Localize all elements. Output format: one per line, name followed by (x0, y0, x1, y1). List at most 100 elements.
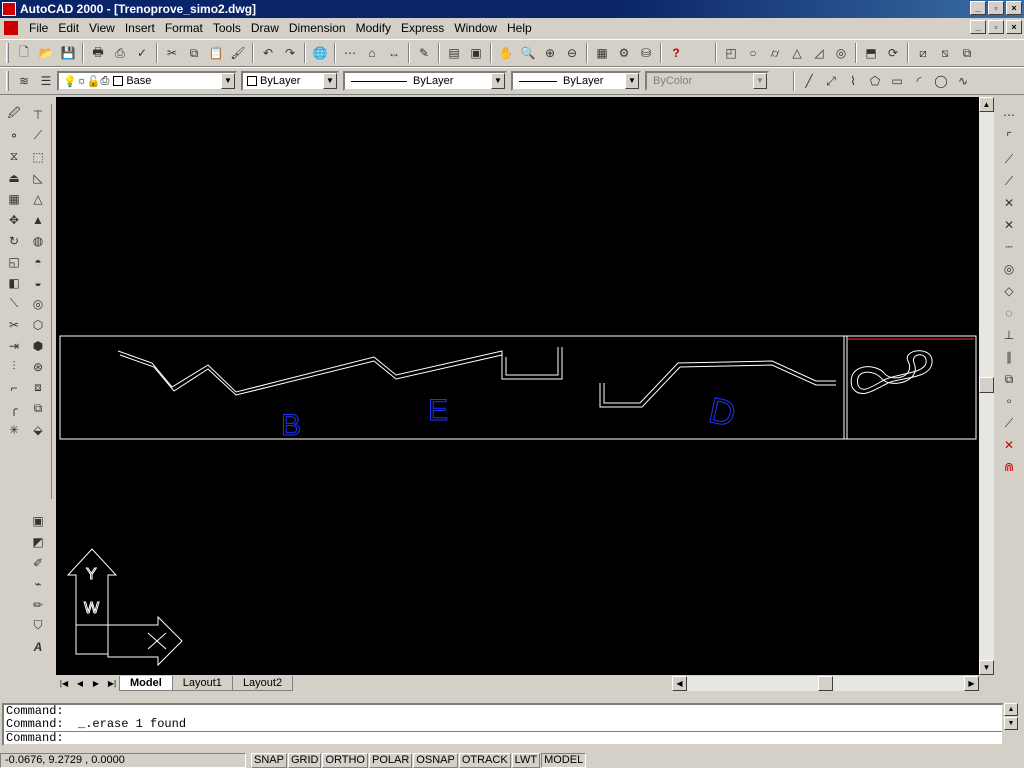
dish-icon[interactable]: ◒ (26, 272, 50, 293)
last-tab-icon[interactable]: ▶| (104, 676, 120, 691)
text-style-icon[interactable]: A (26, 636, 50, 657)
menu-view[interactable]: View (84, 21, 120, 35)
menu-insert[interactable]: Insert (120, 21, 160, 35)
array-icon[interactable]: ▦ (2, 188, 26, 209)
box-icon[interactable]: ◰ (720, 42, 742, 64)
tabulated-surface-icon[interactable]: ⧈ (26, 377, 50, 398)
pan-icon[interactable]: ✋ (495, 42, 517, 64)
copy-object-icon[interactable]: ⚬ (2, 125, 26, 146)
doc-minimize-button[interactable]: _ (970, 20, 986, 34)
tab-layout1[interactable]: Layout1 (171, 675, 233, 691)
osnap-settings-icon[interactable]: ⋒ (998, 456, 1020, 478)
wedge3d-icon[interactable]: ◺ (26, 167, 50, 188)
offset-icon[interactable]: ⏏ (2, 167, 26, 188)
sphere-icon[interactable]: ○ (742, 42, 764, 64)
menu-file[interactable]: File (24, 21, 53, 35)
menu-format[interactable]: Format (160, 21, 208, 35)
model-toggle[interactable]: MODEL (541, 752, 587, 768)
osnap-toggle[interactable]: OSNAP (413, 752, 458, 768)
redo-icon[interactable]: ↷ (279, 42, 301, 64)
zoom-previous-icon[interactable]: ⊖ (561, 42, 583, 64)
hscroll-thumb[interactable] (818, 676, 833, 691)
scroll-left-icon[interactable]: ◀ (672, 676, 687, 691)
toolbar-grip[interactable] (6, 71, 9, 91)
snap-node-icon[interactable]: ∘ (998, 390, 1020, 412)
ucs-icon[interactable]: ⌂ (361, 42, 383, 64)
print-icon[interactable]: 🖶 (87, 42, 109, 64)
doc-close-button[interactable]: × (1006, 20, 1022, 34)
first-tab-icon[interactable]: |◀ (56, 676, 72, 691)
cone-icon[interactable]: △ (786, 42, 808, 64)
horizontal-scrollbar[interactable]: ◀ ▶ (672, 676, 979, 691)
cmd-scroll-down-icon[interactable]: ▼ (1004, 717, 1018, 730)
mesh-icon[interactable]: ⬢ (26, 335, 50, 356)
mirror-icon[interactable]: ⧖ (2, 146, 26, 167)
zoom-realtime-icon[interactable]: 🔍 (517, 42, 539, 64)
snap-insert-icon[interactable]: ⧉ (998, 368, 1020, 390)
next-tab-icon[interactable]: ▶ (88, 676, 104, 691)
box3d-icon[interactable]: ⬚ (26, 146, 50, 167)
match-properties-icon[interactable]: 🖌 (227, 42, 249, 64)
minimize-button[interactable]: _ (970, 1, 986, 15)
construction-line-icon[interactable]: ⤢ (820, 70, 842, 92)
extrude-icon[interactable]: ⬒ (860, 42, 882, 64)
menu-modify[interactable]: Modify (351, 21, 396, 35)
interference-icon[interactable]: ⧉ (956, 42, 978, 64)
circle-icon[interactable]: ◯ (930, 70, 952, 92)
command-scrollbar[interactable]: ▲ ▼ (1004, 703, 1019, 730)
lwt-toggle[interactable]: LWT (511, 752, 541, 768)
tab-model[interactable]: Model (119, 675, 173, 691)
3d-face-icon[interactable]: ⬙ (26, 419, 50, 440)
rectangle-icon[interactable]: ▭ (886, 70, 908, 92)
extend-icon[interactable]: ⇥ (2, 335, 26, 356)
chamfer-icon[interactable]: ⌐ (2, 377, 26, 398)
revolve-icon[interactable]: ⟳ (882, 42, 904, 64)
command-input[interactable]: Command: (6, 731, 1002, 745)
cut-icon[interactable]: ✂ (161, 42, 183, 64)
make-layer-current-icon[interactable]: ≋ (13, 70, 35, 92)
fog-icon[interactable]: ⛉ (26, 615, 50, 636)
arc-icon[interactable]: ◜ (908, 70, 930, 92)
menu-draw[interactable]: Draw (246, 21, 284, 35)
line-icon[interactable]: ╱ (798, 70, 820, 92)
color-select[interactable]: ByLayer ▼ (241, 71, 339, 91)
cmd-scroll-up-icon[interactable]: ▲ (1004, 703, 1018, 716)
materials-icon[interactable]: ◩ (26, 531, 50, 552)
cylinder-icon[interactable]: ⌭ (764, 42, 786, 64)
section-icon[interactable]: ⧅ (934, 42, 956, 64)
snap-none-icon[interactable]: ✕ (998, 434, 1020, 456)
scenes-icon[interactable]: ⌁ (26, 573, 50, 594)
dbconnect-icon[interactable]: ⛁ (635, 42, 657, 64)
break-icon[interactable]: ⫶ (2, 356, 26, 377)
lineweight-select[interactable]: ByLayer ▼ (511, 71, 641, 91)
wedge-icon[interactable]: ◿ (808, 42, 830, 64)
scroll-thumb[interactable] (979, 377, 994, 393)
copy-icon[interactable]: ⧉ (183, 42, 205, 64)
toolbar-grip[interactable] (6, 43, 9, 63)
edge-surface-icon[interactable]: ⬡ (26, 314, 50, 335)
otrack-toggle[interactable]: OTRACK (458, 752, 511, 768)
render-icon[interactable]: ▣ (26, 510, 50, 531)
layer-select[interactable]: 💡 ☼ 🔓 ⎙ Base ▼ (57, 71, 237, 91)
design-center-icon[interactable]: ⚙ (613, 42, 635, 64)
polar-toggle[interactable]: POLAR (369, 752, 413, 768)
layers-icon[interactable]: ☰ (35, 70, 57, 92)
doc-restore-button[interactable]: ▫ (988, 20, 1004, 34)
snap-extension-icon[interactable]: ┄ (998, 236, 1020, 258)
move-icon[interactable]: ✥ (2, 209, 26, 230)
temp-track-icon[interactable]: ⋯ (998, 104, 1020, 126)
document-icon[interactable] (4, 21, 18, 35)
scroll-right-icon[interactable]: ▶ (964, 676, 979, 691)
menu-dimension[interactable]: Dimension (284, 21, 351, 35)
linetype-select[interactable]: ByLayer ▼ (343, 71, 507, 91)
slice-icon[interactable]: ⧄ (912, 42, 934, 64)
autocad-app-icon[interactable] (2, 2, 16, 16)
redraw-icon[interactable]: ✎ (413, 42, 435, 64)
chevron-down-icon[interactable]: ▼ (323, 73, 337, 89)
snap-parallel-icon[interactable]: ∥ (998, 346, 1020, 368)
chevron-down-icon[interactable]: ▼ (491, 73, 505, 89)
cone3d-icon[interactable]: ▲ (26, 209, 50, 230)
pyramid-icon[interactable]: △ (26, 188, 50, 209)
stretch-icon[interactable]: ◧ (2, 272, 26, 293)
web-icon[interactable]: 🌐 (309, 42, 331, 64)
